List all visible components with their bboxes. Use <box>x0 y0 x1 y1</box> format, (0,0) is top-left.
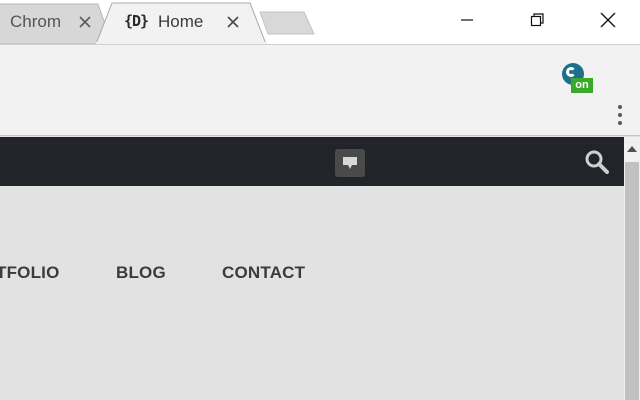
tab-label: Chrom <box>10 12 62 31</box>
close-icon <box>600 12 616 28</box>
nav-link-contact[interactable]: CONTACT <box>222 263 305 283</box>
browser-window: Chrom {D} Home on TFOLIO BLOG CONTACT <box>0 0 640 400</box>
close-window-button[interactable] <box>585 0 631 40</box>
chat-extension-button[interactable]: on <box>560 61 594 95</box>
extension-status-badge: on <box>571 78 593 93</box>
browser-toolbar: on <box>0 44 640 136</box>
minimize-icon <box>461 19 473 21</box>
restore-button[interactable] <box>514 0 560 40</box>
restore-icon <box>530 13 544 27</box>
tab-strip: Chrom {D} Home <box>0 0 640 44</box>
close-icon[interactable] <box>224 13 242 31</box>
browser-menu-button[interactable] <box>612 105 628 129</box>
minimize-button[interactable] <box>444 0 490 40</box>
site-search-button[interactable] <box>584 149 610 175</box>
scrollbar-thumb[interactable] <box>625 162 639 400</box>
tab-label: Home <box>158 12 204 31</box>
site-favicon-icon: {D} <box>124 12 149 30</box>
search-icon <box>585 150 609 174</box>
site-header-bar <box>0 137 624 186</box>
chat-button[interactable] <box>335 149 365 177</box>
kebab-menu-icon <box>618 105 622 109</box>
scroll-up-button[interactable] <box>624 137 640 161</box>
vertical-scrollbar[interactable] <box>624 137 640 400</box>
new-tab-button[interactable] <box>258 8 316 36</box>
nav-link-portfolio[interactable]: TFOLIO <box>0 263 60 283</box>
close-icon[interactable] <box>76 13 94 31</box>
page-content: TFOLIO BLOG CONTACT <box>0 186 624 400</box>
nav-link-blog[interactable]: BLOG <box>116 263 166 283</box>
chat-bubble-icon <box>343 157 357 169</box>
chevron-up-icon <box>627 146 637 152</box>
